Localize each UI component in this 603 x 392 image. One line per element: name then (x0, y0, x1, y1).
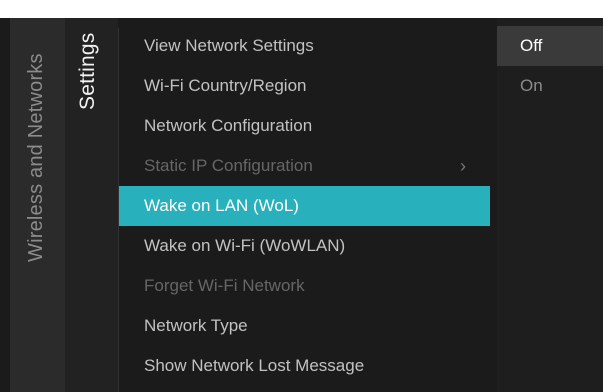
breadcrumb-section[interactable]: Wireless and Networks (25, 53, 48, 262)
menu-item-wake-on-lan[interactable]: Wake on LAN (WoL) (119, 186, 490, 226)
menu-item-wake-on-wifi[interactable]: Wake on Wi-Fi (WoWLAN) (119, 226, 490, 266)
top-band (0, 0, 603, 18)
menu-item-forget-wifi-network[interactable]: Forget Wi-Fi Network (119, 266, 490, 306)
options-list: Off On (497, 26, 603, 106)
chevron-right-icon: › (460, 156, 466, 176)
option-off[interactable]: Off (497, 26, 603, 66)
menu-item-show-network-lost-message[interactable]: Show Network Lost Message (119, 346, 490, 386)
menu-item-view-network-settings[interactable]: View Network Settings (119, 26, 490, 66)
option-on[interactable]: On (497, 66, 603, 106)
menu-item-network-configuration[interactable]: Network Configuration (119, 106, 490, 146)
menu-item-network-type[interactable]: Network Type (119, 306, 490, 346)
menu-item-static-ip-configuration[interactable]: Static IP Configuration › (119, 146, 490, 186)
breadcrumb-subsection[interactable]: Settings (76, 33, 100, 110)
menu-item-wifi-country-region[interactable]: Wi-Fi Country/Region (119, 66, 490, 106)
settings-menu: View Network Settings Wi-Fi Country/Regi… (119, 26, 490, 386)
menu-item-label: Static IP Configuration (144, 156, 313, 175)
